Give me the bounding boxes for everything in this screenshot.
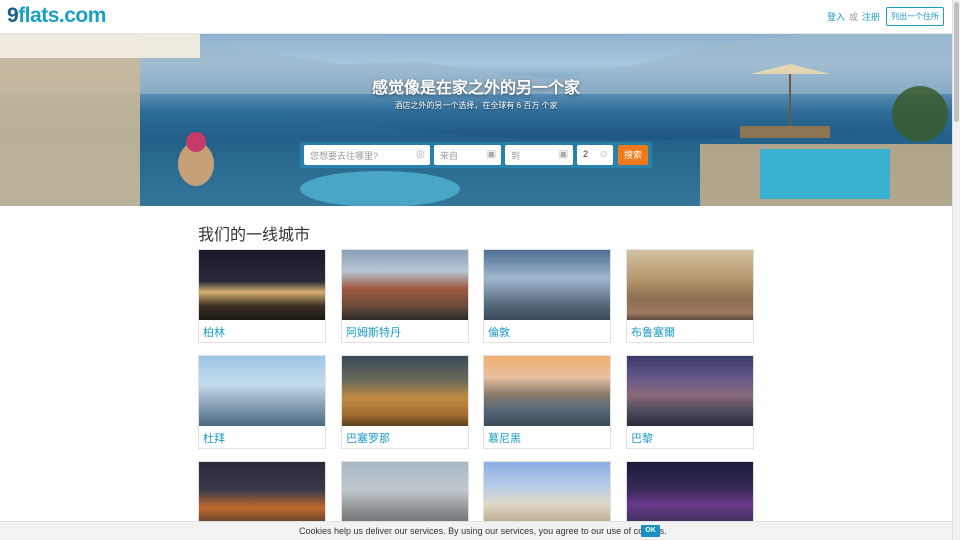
search-button[interactable]: 搜索: [618, 145, 648, 165]
city-name: 慕尼黑: [488, 433, 521, 445]
city-card-brussels[interactable]: 布鲁塞爾: [626, 249, 754, 343]
city-name: 杜拜: [203, 433, 225, 445]
smiley-icon: ☺: [598, 149, 609, 160]
globe-icon: ◎: [416, 149, 425, 160]
city-image: [342, 356, 468, 426]
cookie-banner: Cookies help us deliver our services. By…: [0, 521, 952, 540]
city-name: 布鲁塞爾: [631, 327, 675, 339]
register-link[interactable]: 注册: [862, 10, 880, 23]
hero-title: 感觉像是在家之外的另一个家: [371, 80, 580, 97]
city-card-barcelona[interactable]: 巴塞罗那: [341, 355, 469, 449]
calendar-icon: ▣: [558, 149, 569, 160]
list-place-button[interactable]: 列出一个住所: [886, 7, 944, 26]
checkout-placeholder: 到: [511, 151, 521, 161]
city-name: 倫敦: [488, 327, 510, 339]
city-image: [199, 250, 325, 320]
search-bar: 您想要去往哪里? ◎ 来自 ▣ 到 ▣ 2 ☺ 搜索: [300, 142, 652, 168]
city-name: 巴塞罗那: [346, 433, 390, 445]
city-card-berlin[interactable]: 柏林: [198, 249, 326, 343]
site-header: 9flats.com 登入 或 注册 列出一个住所: [0, 0, 952, 34]
hero-subtitle: 酒店之外的另一个选择，在全球有 6 百万 个家: [394, 101, 558, 110]
hero-background-image: [0, 34, 952, 206]
city-card-munich[interactable]: 慕尼黑: [483, 355, 611, 449]
scrollbar[interactable]: [952, 0, 960, 540]
checkout-input[interactable]: 到 ▣: [505, 145, 573, 165]
hero-banner: 感觉像是在家之外的另一个家 酒店之外的另一个选择，在全球有 6 百万 个家 您想…: [0, 34, 952, 206]
city-image: [199, 356, 325, 426]
city-card-paris[interactable]: 巴黎: [626, 355, 754, 449]
destination-placeholder: 您想要去往哪里?: [310, 151, 379, 161]
city-name: 巴黎: [631, 433, 653, 445]
destination-input[interactable]: 您想要去往哪里? ◎: [304, 145, 430, 165]
city-name: 柏林: [203, 327, 225, 339]
header-nav: 登入 或 注册 列出一个住所: [827, 7, 944, 26]
scrollbar-thumb[interactable]: [954, 2, 959, 122]
calendar-icon: ▣: [486, 149, 497, 160]
cookie-text: Cookies help us deliver our services. By…: [299, 526, 667, 536]
city-image: [627, 250, 753, 320]
guests-select[interactable]: 2 ☺: [577, 145, 613, 165]
city-image: [484, 356, 610, 426]
cookie-ok-button[interactable]: OK: [641, 525, 660, 537]
checkin-placeholder: 来自: [440, 151, 459, 161]
guests-value: 2: [583, 149, 589, 159]
city-name: 阿姆斯特丹: [346, 327, 401, 339]
city-image: [484, 250, 610, 320]
section-title: 我们的一线城市: [198, 227, 311, 244]
or-separator: 或: [848, 12, 858, 22]
logo-number: 9: [7, 4, 19, 27]
city-card-dubai[interactable]: 杜拜: [198, 355, 326, 449]
logo-text: flats.com: [18, 4, 106, 27]
logo[interactable]: 9flats.com: [7, 4, 106, 28]
checkin-input[interactable]: 来自 ▣: [434, 145, 501, 165]
city-card-amsterdam[interactable]: 阿姆斯特丹: [341, 249, 469, 343]
login-link[interactable]: 登入: [827, 10, 845, 23]
city-card-london[interactable]: 倫敦: [483, 249, 611, 343]
city-image: [342, 250, 468, 320]
city-image: [627, 356, 753, 426]
